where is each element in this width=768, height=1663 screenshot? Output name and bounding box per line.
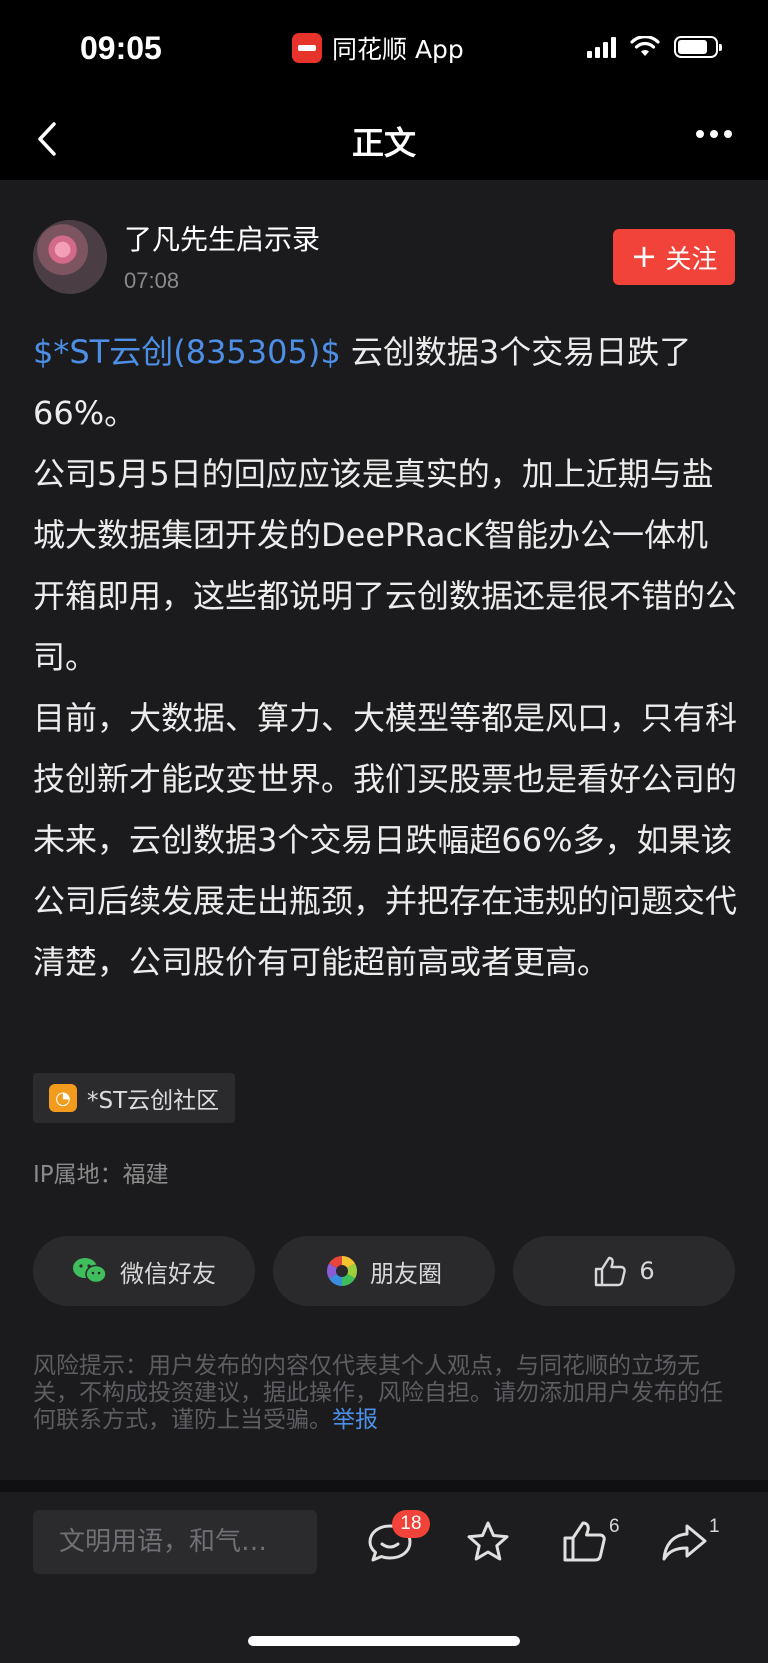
share-wechat-label: 微信好友 xyxy=(120,1259,216,1288)
share-arrow-icon[interactable] xyxy=(656,1514,712,1570)
app-logo-icon xyxy=(292,33,322,63)
stock-link[interactable]: $*ST云创(835305)$ xyxy=(33,333,341,371)
post-time: 07:08 xyxy=(124,268,180,293)
moments-icon xyxy=(326,1256,358,1286)
risk-notice: 风险提示：用户发布的内容仅代表其个人观点，与同花顺的立场无关，不构成投资建议，据… xyxy=(33,1353,738,1434)
status-icons xyxy=(587,36,722,58)
community-tag-label: *ST云创社区 xyxy=(87,1088,220,1114)
cellular-signal-icon xyxy=(587,36,616,58)
comment-count-badge: 18 xyxy=(392,1510,430,1538)
star-favorite-icon[interactable] xyxy=(460,1514,516,1570)
more-options-icon[interactable] xyxy=(696,130,732,138)
follow-label: 关注 xyxy=(665,244,718,275)
thumbs-up-icon[interactable] xyxy=(556,1514,612,1570)
home-indicator[interactable] xyxy=(248,1636,520,1646)
like-count: 6 xyxy=(639,1257,655,1285)
risk-text: 风险提示：用户发布的内容仅代表其个人观点，与同花顺的立场无关，不构成投资建议，据… xyxy=(33,1353,723,1433)
thumbs-up-icon xyxy=(595,1256,627,1287)
section-divider xyxy=(0,1480,768,1492)
battery-icon xyxy=(674,36,722,58)
page-title: 正文 xyxy=(351,124,416,162)
author-name[interactable]: 了凡先生启示录 xyxy=(124,218,320,258)
status-bar: 09:05 同花顺 App xyxy=(0,0,768,100)
wifi-icon xyxy=(630,36,660,56)
comment-input[interactable]: 文明用语，和气… xyxy=(33,1510,317,1574)
report-link[interactable]: 举报 xyxy=(332,1407,378,1433)
post-content: $*ST云创(835305)$ 云创数据3个交易日跌了66%。 公司5月5日的回… xyxy=(33,322,738,993)
wechat-icon xyxy=(73,1258,107,1284)
share-moments-label: 朋友圈 xyxy=(370,1259,442,1288)
post-paragraph: 目前，大数据、算力、大模型等都是风口，只有科技创新才能改变世界。我们买股票也是看… xyxy=(33,699,738,981)
bottom-action-bar: 文明用语，和气… 18 6 1 xyxy=(0,1492,768,1663)
back-to-app-indicator[interactable]: 同花顺 App xyxy=(292,30,464,66)
author-avatar[interactable] xyxy=(33,220,107,294)
community-tag[interactable]: ◔ *ST云创社区 xyxy=(33,1073,236,1123)
share-moments-button[interactable]: 朋友圈 xyxy=(273,1236,495,1306)
nav-bar: 正文 xyxy=(0,100,768,180)
follow-button[interactable]: + 关注 xyxy=(613,229,735,285)
share-count: 1 xyxy=(709,1516,720,1537)
post-paragraph: 公司5月5日的回应应该是真实的，加上近期与盐城大数据集团开发的DeePRacK智… xyxy=(33,455,738,676)
status-time: 09:05 xyxy=(80,30,162,66)
plus-icon: + xyxy=(630,236,658,275)
app-name: 同花顺 App xyxy=(332,35,464,64)
share-wechat-button[interactable]: 微信好友 xyxy=(33,1236,255,1306)
community-icon: ◔ xyxy=(49,1084,77,1112)
like-button[interactable]: 6 xyxy=(513,1236,735,1306)
ip-location: IP属地：福建 xyxy=(33,1162,169,1188)
post-paragraph: $*ST云创(835305)$ 云创数据3个交易日跌了66%。 xyxy=(33,322,738,444)
bottom-like-count: 6 xyxy=(609,1516,620,1537)
